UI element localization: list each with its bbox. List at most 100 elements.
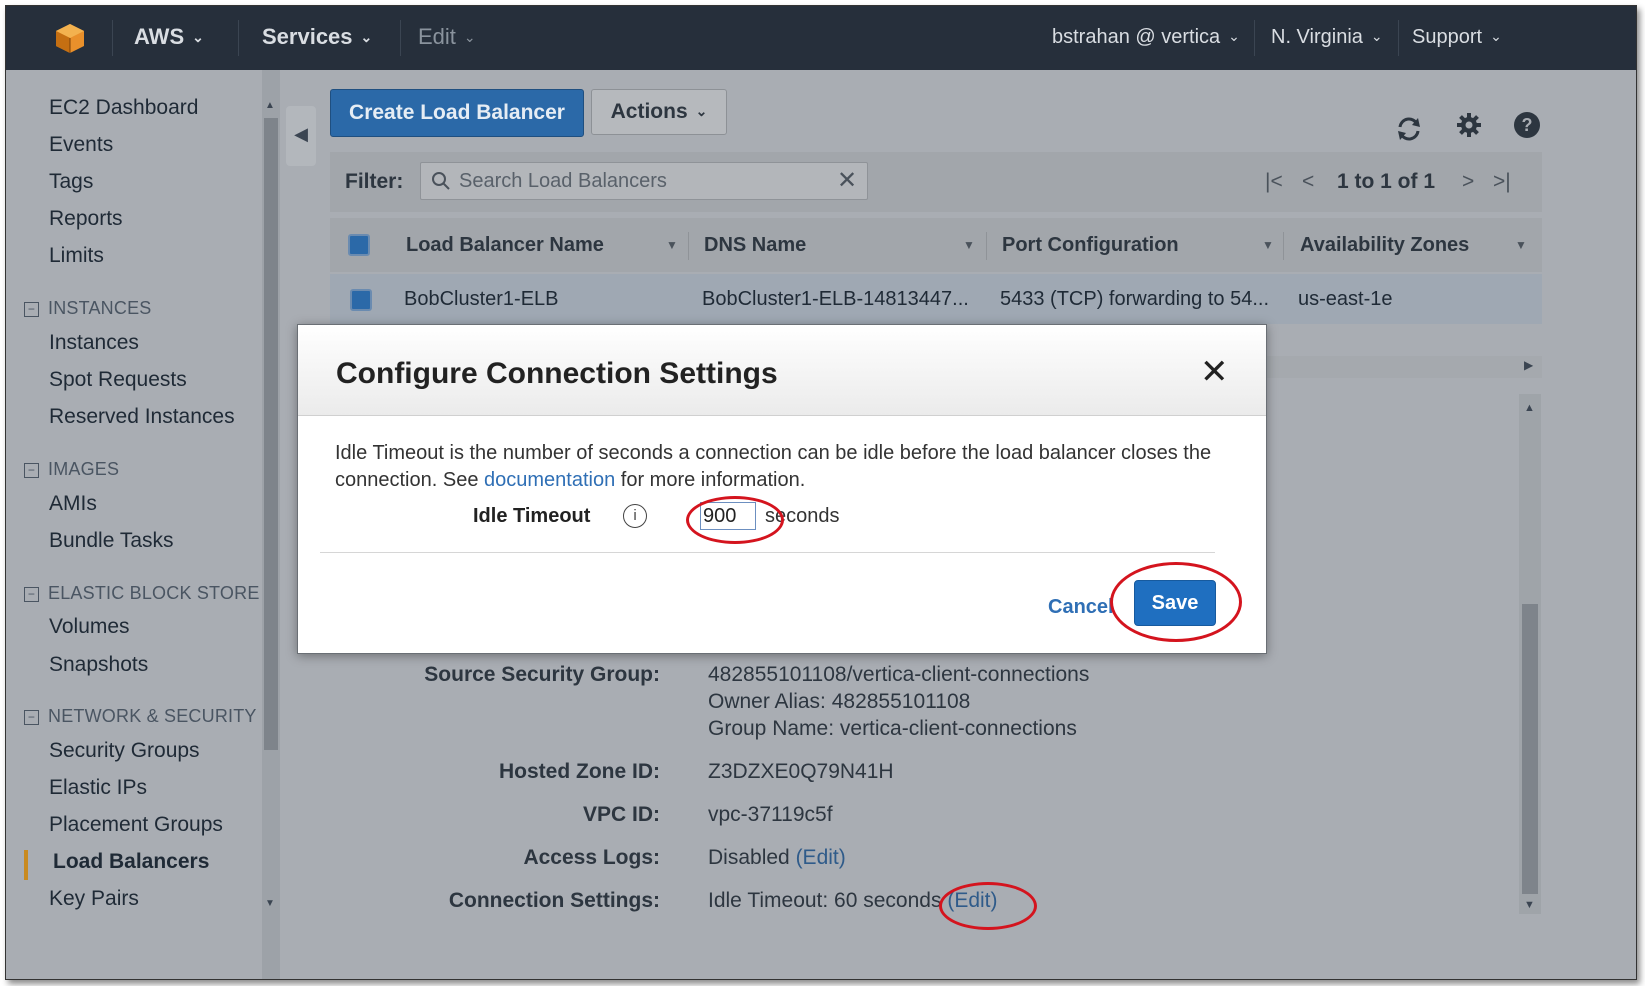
aws-menu[interactable]: AWS ⌄ bbox=[134, 6, 204, 70]
svg-text:?: ? bbox=[1522, 115, 1533, 135]
sidebar-item-amis[interactable]: AMIs bbox=[49, 492, 97, 516]
column-header-port[interactable]: Port Configuration bbox=[1002, 234, 1179, 257]
actions-button[interactable]: Actions ⌄ bbox=[591, 89, 727, 135]
refresh-icon[interactable] bbox=[1394, 114, 1424, 144]
connection-settings-row: Idle Timeout: 60 seconds (Edit) bbox=[708, 889, 998, 913]
column-divider bbox=[1283, 232, 1284, 260]
services-menu[interactable]: Services ⌄ bbox=[262, 6, 372, 70]
search-box[interactable]: ✕ bbox=[420, 162, 868, 200]
sidebar-item-tags[interactable]: Tags bbox=[49, 170, 93, 194]
sidebar-item-events[interactable]: Events bbox=[49, 133, 113, 157]
access-logs-label: Access Logs: bbox=[523, 846, 660, 869]
table-header: Load Balancer Name ▼ DNS Name ▼ Port Con… bbox=[330, 218, 1542, 272]
section-header-instances[interactable]: − INSTANCES bbox=[24, 298, 151, 319]
source-security-group-label: Source Security Group: bbox=[424, 663, 660, 686]
save-button[interactable]: Save bbox=[1134, 580, 1216, 626]
details-vertical-scrollbar[interactable]: ▲ ▼ bbox=[1519, 394, 1541, 914]
select-all-checkbox[interactable] bbox=[348, 234, 370, 256]
cancel-button[interactable]: Cancel bbox=[1048, 596, 1114, 619]
cell-zones: us-east-1e bbox=[1298, 288, 1393, 310]
aws-cube-icon[interactable] bbox=[54, 22, 86, 54]
description-text-end: for more information. bbox=[615, 469, 806, 491]
vpc-id-label: VPC ID: bbox=[582, 803, 660, 826]
help-icon[interactable]: ? bbox=[1512, 110, 1542, 140]
vpc-id-value: vpc-37119c5f bbox=[708, 803, 833, 826]
dialog-header: Configure Connection Settings ✕ bbox=[298, 325, 1266, 416]
dialog-divider bbox=[320, 552, 1215, 553]
collapse-icon: − bbox=[24, 710, 39, 725]
section-title: ELASTIC BLOCK STORE bbox=[48, 583, 260, 603]
sidebar-item-limits[interactable]: Limits bbox=[49, 244, 104, 268]
sort-icon[interactable]: ▼ bbox=[1262, 238, 1274, 252]
prev-page-icon[interactable]: < bbox=[1302, 170, 1314, 194]
sort-icon[interactable]: ▼ bbox=[666, 238, 678, 252]
scroll-down-icon[interactable]: ▼ bbox=[265, 898, 275, 909]
sort-icon[interactable]: ▼ bbox=[963, 238, 975, 252]
connection-settings-dialog: Configure Connection Settings ✕ Idle Tim… bbox=[297, 324, 1267, 654]
column-divider bbox=[688, 232, 689, 260]
section-header-images[interactable]: − IMAGES bbox=[24, 459, 119, 480]
first-page-icon[interactable]: |< bbox=[1265, 170, 1283, 194]
support-menu[interactable]: Support ⌄ bbox=[1412, 6, 1502, 70]
sidebar-item-placement-groups[interactable]: Placement Groups bbox=[49, 813, 223, 837]
info-icon[interactable]: i bbox=[623, 504, 647, 528]
search-icon bbox=[432, 172, 450, 190]
column-header-name[interactable]: Load Balancer Name bbox=[406, 234, 604, 257]
sidebar-item-volumes[interactable]: Volumes bbox=[49, 615, 130, 639]
chevron-down-icon: ⌄ bbox=[1370, 28, 1383, 44]
sidebar-item-elastic-ips[interactable]: Elastic IPs bbox=[49, 776, 147, 800]
sidebar: EC2 Dashboard Events Tags Reports Limits… bbox=[6, 70, 284, 979]
account-menu[interactable]: bstrahan @ vertica ⌄ bbox=[1052, 6, 1240, 70]
column-header-zones[interactable]: Availability Zones bbox=[1300, 234, 1469, 257]
section-header-network-security[interactable]: − NETWORK & SECURITY bbox=[24, 706, 257, 727]
sidebar-item-snapshots[interactable]: Snapshots bbox=[49, 653, 148, 677]
sidebar-item-instances[interactable]: Instances bbox=[49, 331, 139, 355]
access-logs-value: Disabled bbox=[708, 846, 790, 869]
sidebar-item-reserved-instances[interactable]: Reserved Instances bbox=[49, 405, 235, 429]
aws-menu-label: AWS bbox=[134, 24, 185, 49]
sort-icon[interactable]: ▼ bbox=[1515, 238, 1527, 252]
active-item-marker bbox=[24, 850, 28, 880]
sidebar-item-key-pairs[interactable]: Key Pairs bbox=[49, 887, 139, 911]
clear-search-icon[interactable]: ✕ bbox=[837, 166, 857, 195]
sidebar-item-spot-requests[interactable]: Spot Requests bbox=[49, 368, 187, 392]
idle-timeout-label: Idle Timeout bbox=[473, 505, 591, 527]
sidebar-item-reports[interactable]: Reports bbox=[49, 207, 123, 231]
column-divider bbox=[986, 232, 987, 260]
sidebar-item-load-balancers[interactable]: Load Balancers bbox=[53, 850, 209, 874]
sidebar-item-security-groups[interactable]: Security Groups bbox=[49, 739, 200, 763]
row-checkbox[interactable] bbox=[350, 289, 372, 311]
collapse-sidebar-button[interactable]: ◀ bbox=[286, 106, 316, 166]
section-title: INSTANCES bbox=[48, 298, 152, 318]
scroll-up-icon[interactable]: ▲ bbox=[265, 100, 275, 111]
idle-timeout-input[interactable] bbox=[700, 502, 756, 530]
table-row[interactable]: BobCluster1-ELB BobCluster1-ELB-14813447… bbox=[330, 274, 1542, 324]
scroll-down-icon[interactable]: ▼ bbox=[1524, 899, 1535, 911]
next-page-icon[interactable]: > bbox=[1462, 170, 1474, 194]
chevron-left-icon: ◀ bbox=[294, 124, 308, 144]
scroll-right-icon[interactable]: ▶ bbox=[1524, 358, 1533, 372]
edit-menu[interactable]: Edit ⌄ bbox=[418, 6, 476, 70]
close-icon[interactable]: ✕ bbox=[1200, 355, 1229, 389]
sidebar-item-ec2-dashboard[interactable]: EC2 Dashboard bbox=[49, 96, 198, 120]
create-load-balancer-button[interactable]: Create Load Balancer bbox=[330, 89, 584, 137]
browser-frame: AWS ⌄ Services ⌄ Edit ⌄ bstrahan @ vertica ⌄… bbox=[5, 5, 1637, 980]
gear-icon[interactable] bbox=[1454, 110, 1484, 140]
nav-divider bbox=[1398, 20, 1399, 56]
documentation-link[interactable]: documentation bbox=[484, 469, 615, 491]
section-header-ebs[interactable]: − ELASTIC BLOCK STORE bbox=[24, 583, 260, 604]
access-logs-edit-link[interactable]: (Edit) bbox=[796, 846, 846, 869]
scroll-up-icon[interactable]: ▲ bbox=[1524, 402, 1535, 414]
nav-divider bbox=[112, 20, 113, 56]
scrollbar-thumb[interactable] bbox=[264, 118, 278, 750]
search-input[interactable] bbox=[457, 167, 841, 195]
cell-dns: BobCluster1-ELB-14813447... bbox=[702, 288, 969, 310]
connection-settings-edit-link[interactable]: (Edit) bbox=[947, 889, 997, 912]
scrollbar-thumb[interactable] bbox=[1522, 604, 1538, 894]
sidebar-scrollbar[interactable]: ▲ ▼ bbox=[262, 70, 280, 979]
access-logs-row: Disabled (Edit) bbox=[708, 846, 846, 870]
last-page-icon[interactable]: >| bbox=[1493, 170, 1511, 194]
region-menu[interactable]: N. Virginia ⌄ bbox=[1271, 6, 1383, 70]
column-header-dns[interactable]: DNS Name bbox=[704, 234, 806, 257]
sidebar-item-bundle-tasks[interactable]: Bundle Tasks bbox=[49, 529, 174, 553]
